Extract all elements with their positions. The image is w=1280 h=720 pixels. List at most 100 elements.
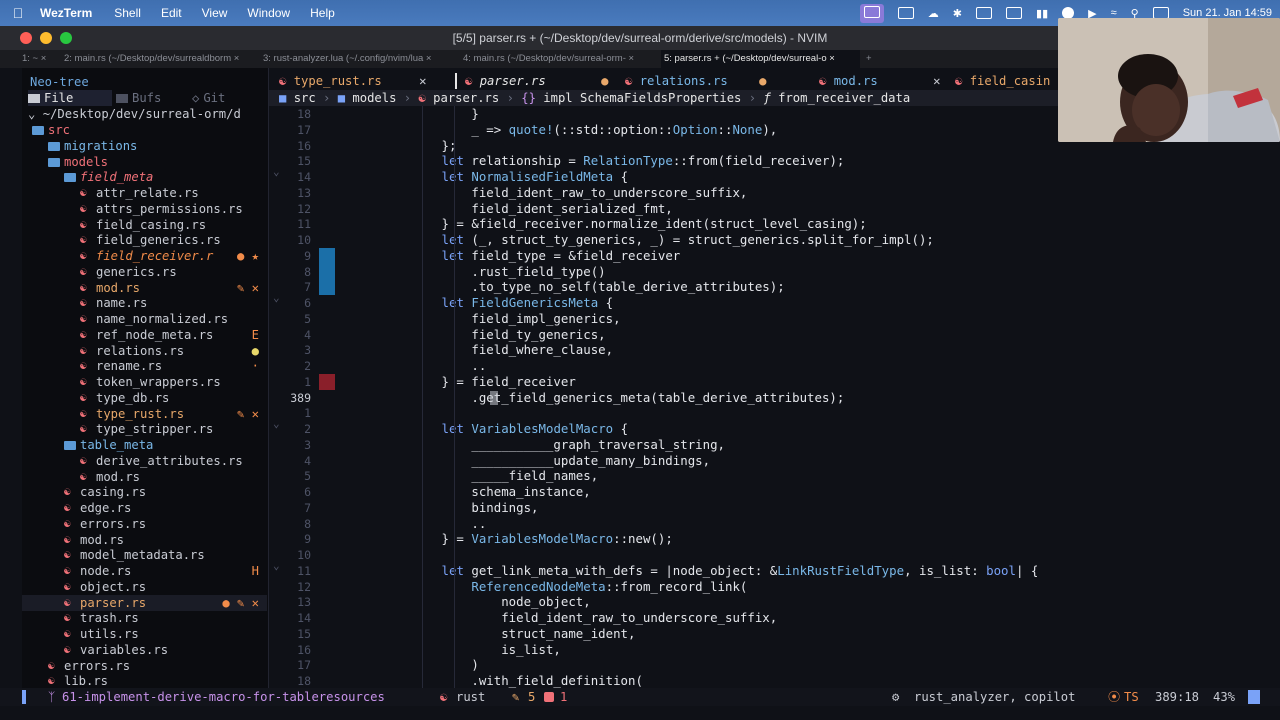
tree-root[interactable]: ⌄ ~/Desktop/dev/surreal-orm/d — [28, 106, 241, 122]
tree-file[interactable]: ☯ edge.rs — [22, 500, 267, 516]
close-icon[interactable]: ✕ — [933, 74, 940, 88]
fold-chevron-icon[interactable]: ⌄ — [273, 559, 280, 572]
tree-folder[interactable]: field_meta — [22, 169, 267, 185]
fold-chevron-icon[interactable]: ⌄ — [273, 165, 280, 178]
tree-file[interactable]: ☯ name_normalized.rs — [22, 311, 267, 327]
tree-file[interactable]: ☯ variables.rs — [22, 642, 267, 658]
menu-app-name[interactable]: WezTerm — [36, 6, 104, 20]
code-area[interactable]: } _ => quote!(::std::option::Option::Non… — [352, 106, 1280, 688]
code-line[interactable]: let NormalisedFieldMeta { — [352, 169, 629, 185]
tree-file[interactable]: ☯ rename.rs · — [22, 358, 267, 374]
buffer-tab-relations[interactable]: ☯ relations.rs ● — [625, 72, 766, 90]
code-line[interactable]: .. — [352, 516, 486, 532]
code-line[interactable]: ___________graph_traversal_string, — [352, 437, 725, 453]
tree-file[interactable]: ☯ mod.rs — [22, 469, 267, 485]
close-icon[interactable]: ✕ — [419, 74, 426, 88]
fold-chevron-icon[interactable]: ⌄ — [273, 291, 280, 304]
code-line[interactable]: field_ident_raw_to_underscore_suffix, — [352, 610, 777, 626]
source-tab-file[interactable]: File — [28, 90, 112, 106]
tree-file[interactable]: ☯ errors.rs — [22, 658, 267, 674]
code-line[interactable]: field_ty_generics, — [352, 327, 605, 343]
tree-file[interactable]: ☯ name.rs — [22, 295, 267, 311]
tree-file[interactable]: ☯ attrs_permissions.rs — [22, 201, 267, 217]
tree-file[interactable]: ☯ field_casing.rs — [22, 217, 267, 233]
code-line[interactable]: .to_type_no_self(table_derive_attributes… — [352, 279, 784, 295]
code-line[interactable]: bindings, — [352, 500, 538, 516]
code-line[interactable]: let relationship = RelationType::from(fi… — [352, 153, 845, 169]
tree-file[interactable]: ☯ generics.rs — [22, 264, 267, 280]
terminal-tab-2[interactable]: 2: main.rs (~/Desktop/dev/surrealdborm × — [64, 50, 260, 68]
code-line[interactable]: field_where_clause, — [352, 342, 613, 358]
tree-file[interactable]: ☯ model_metadata.rs — [22, 547, 267, 563]
tree-file[interactable]: ☯ utils.rs — [22, 626, 267, 642]
menu-shell[interactable]: Shell — [104, 6, 151, 20]
code-line[interactable]: let VariablesModelMacro { — [352, 421, 629, 437]
code-line[interactable]: } = &field_receiver.normalize_ident(stru… — [352, 216, 867, 232]
breadcrumb-function[interactable]: from_receiver_data — [778, 91, 910, 105]
breadcrumb-models[interactable]: models — [352, 91, 396, 105]
tree-file[interactable]: ☯ node.rs H — [22, 563, 267, 579]
code-line[interactable]: is_list, — [352, 642, 561, 658]
tree-file[interactable]: ☯ casing.rs — [22, 484, 267, 500]
code-line[interactable]: _____field_names, — [352, 468, 598, 484]
code-line[interactable]: field_ident_raw_to_underscore_suffix, — [352, 185, 747, 201]
tree-folder[interactable]: table_meta — [22, 437, 267, 453]
code-line[interactable]: }; — [352, 138, 457, 154]
terminal-tab-1[interactable]: 1: ~ × — [22, 50, 62, 68]
screen-record-icon[interactable] — [859, 3, 884, 23]
buffer-tab-mod[interactable]: ☯ mod.rs ✕ — [819, 72, 940, 90]
tree-file[interactable]: ☯ mod.rs — [22, 532, 267, 548]
tree-file[interactable]: ☯ type_rust.rs ✎ ✕ — [22, 406, 267, 422]
tree-file[interactable]: ☯ lib.rs — [22, 673, 267, 688]
code-line[interactable]: } — [352, 106, 478, 122]
code-line[interactable]: .. — [352, 358, 486, 374]
code-line[interactable]: } = field_receiver — [352, 374, 576, 390]
source-tab-bufs[interactable]: Bufs — [116, 90, 161, 106]
code-line[interactable]: field_ident_serialized_fmt, — [352, 201, 672, 217]
code-line[interactable]: ReferencedNodeMeta::from_record_link( — [352, 579, 747, 595]
code-line[interactable]: _ => quote!(::std::option::Option::None)… — [352, 122, 777, 138]
code-line[interactable]: schema_instance, — [352, 484, 590, 500]
code-line[interactable]: ___________update_many_bindings, — [352, 453, 710, 469]
buffer-tab-field-casing[interactable]: ☯ field_casin — [955, 72, 1050, 90]
tree-file[interactable]: ☯ type_stripper.rs — [22, 421, 267, 437]
menu-view[interactable]: View — [192, 6, 238, 20]
breadcrumb-impl[interactable]: impl SchemaFieldsProperties — [543, 91, 741, 105]
breadcrumb-file[interactable]: parser.rs — [433, 91, 499, 105]
code-line[interactable]: let (_, struct_ty_generics, _) = struct_… — [352, 232, 934, 248]
tree-file[interactable]: ☯ parser.rs ● ✎ ✕ — [22, 594, 267, 611]
terminal-tab-5[interactable]: 5: parser.rs + (~/Desktop/dev/surreal-o … — [661, 50, 860, 68]
mirror-icon[interactable] — [1006, 7, 1023, 19]
buffer-tab-type-rust[interactable]: ☯ type_rust.rs ✕ — [279, 72, 426, 90]
battery-icon[interactable]: ▮▮ — [1036, 7, 1048, 20]
tree-file[interactable]: ☯ field_receiver.r ● ★ — [22, 248, 267, 264]
tree-file[interactable]: ☯ field_generics.rs — [22, 232, 267, 248]
code-line[interactable]: .get_field_generics_meta(table_derive_at… — [352, 390, 844, 406]
menu-help[interactable]: Help — [300, 6, 345, 20]
fold-chevron-icon[interactable]: ⌄ — [273, 417, 280, 430]
terminal-tab-3[interactable]: 3: rust-analyzer.lua (~/.config/nvim/lua… — [263, 50, 459, 68]
tree-file[interactable]: ☯ type_db.rs — [22, 390, 267, 406]
source-tab-git[interactable]: ◇ Git — [192, 90, 225, 106]
terminal-tab-4[interactable]: 4: main.rs (~/Desktop/dev/surreal-orm- × — [463, 50, 659, 68]
code-line[interactable]: node_object, — [352, 594, 591, 610]
tree-folder[interactable]: models — [22, 154, 267, 170]
code-line[interactable]: struct_name_ident, — [352, 626, 635, 642]
cloud-icon[interactable]: ☁ — [928, 7, 939, 20]
code-line[interactable]: .with_field_definition( — [352, 673, 643, 688]
tree-folder[interactable]: migrations — [22, 138, 267, 154]
command-line[interactable] — [0, 706, 1280, 720]
tree-file[interactable]: ☯ mod.rs ✎ ✕ — [22, 280, 267, 296]
display-icon[interactable] — [897, 7, 914, 19]
buffer-tab-parser[interactable]: ☯ parser.rs ● — [465, 72, 608, 90]
apple-icon[interactable]:  — [0, 5, 36, 21]
new-tab-button[interactable]: + — [866, 50, 878, 68]
breadcrumb-src[interactable]: src — [294, 91, 316, 105]
bluetooth-icon[interactable]: ✱ — [953, 7, 962, 20]
tree-file[interactable]: ☯ token_wrappers.rs — [22, 374, 267, 390]
tree-file[interactable]: ☯ attr_relate.rs — [22, 185, 267, 201]
tree-file[interactable]: ☯ derive_attributes.rs — [22, 453, 267, 469]
tree-file[interactable]: ☯ relations.rs ● — [22, 343, 267, 359]
git-branch[interactable]: 61-implement-derive-macro-for-tableresou… — [62, 688, 385, 706]
tree-file[interactable]: ☯ trash.rs — [22, 610, 267, 626]
